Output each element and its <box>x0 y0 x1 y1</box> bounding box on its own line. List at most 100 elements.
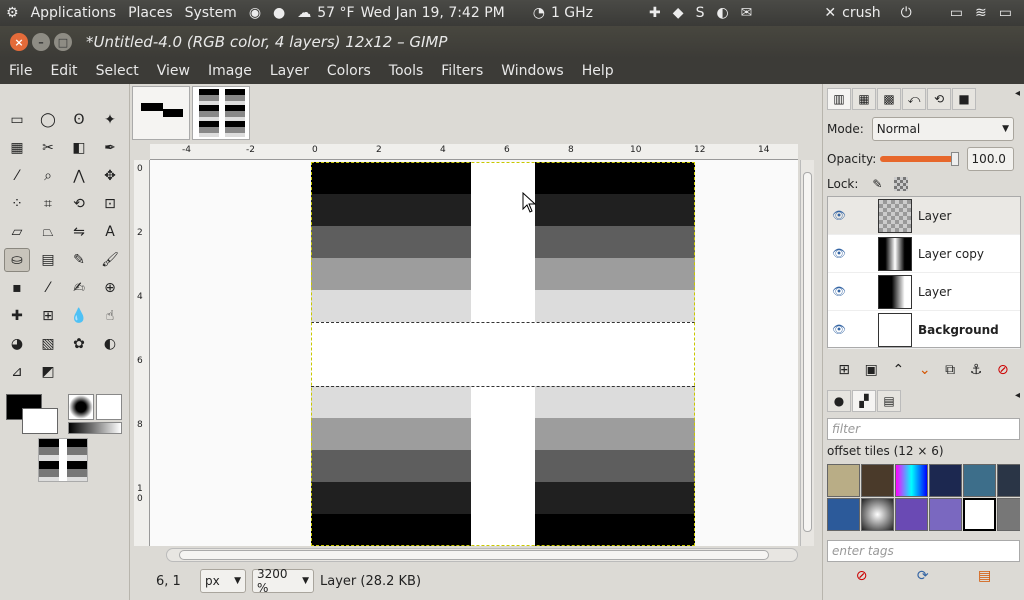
colormap-tab-icon[interactable]: ■ <box>952 88 976 110</box>
pattern-item[interactable] <box>963 464 996 497</box>
workspace-icon[interactable]: ▭ <box>944 5 969 21</box>
menu-filters[interactable]: Filters <box>432 63 492 79</box>
layer-row[interactable]: 👁 Layer <box>828 197 1020 235</box>
dock-menu-icon[interactable]: ◂ <box>1015 88 1020 110</box>
clone-tool-icon[interactable]: ⊕ <box>97 276 123 300</box>
zoom-select[interactable]: 3200 % ▼ <box>252 567 314 595</box>
delete-pattern-icon[interactable]: ⊘ <box>856 568 868 584</box>
dodge-burn-tool-icon[interactable]: ◕ <box>4 332 30 356</box>
perspective-clone-tool-icon[interactable]: ⊞ <box>35 304 61 328</box>
rect-select-tool-icon[interactable]: ▭ <box>4 108 30 132</box>
shear-tool-icon[interactable]: ▱ <box>4 220 30 244</box>
close-window-button[interactable]: × <box>10 33 28 51</box>
color-select-tool-icon[interactable]: ▦ <box>4 136 30 160</box>
power-icon[interactable]: ⏻ <box>895 5 918 21</box>
channels-tab-icon[interactable]: ▦ <box>852 88 876 110</box>
menu-select[interactable]: Select <box>87 63 148 79</box>
places-menu[interactable]: Places <box>122 5 179 21</box>
layers-tab-icon[interactable]: ▥ <box>827 88 851 110</box>
vertical-scrollbar[interactable] <box>800 160 814 546</box>
warp-tool-icon[interactable]: ✿ <box>66 332 92 356</box>
crop-tool-icon[interactable]: ⌗ <box>35 192 61 216</box>
tray-misc-icon[interactable]: ◐ <box>710 5 734 21</box>
tray-dropbox-icon[interactable]: ◆ <box>667 5 690 21</box>
skype-icon[interactable]: S <box>690 5 711 21</box>
delete-layer-icon[interactable]: ⊘ <box>997 362 1009 378</box>
menu-edit[interactable]: Edit <box>41 63 86 79</box>
pattern-item[interactable] <box>861 464 894 497</box>
move-tool-icon[interactable]: ✥ <box>97 164 123 188</box>
pattern-preview[interactable] <box>96 394 122 420</box>
paths-tab-icon[interactable]: ▩ <box>877 88 901 110</box>
pattern-item[interactable] <box>963 498 996 531</box>
paintbrush-tool-icon[interactable]: 🖌 <box>97 248 123 272</box>
fuzzy-select-tool-icon[interactable]: ✦ <box>97 108 123 132</box>
system-menu[interactable]: System <box>179 5 243 21</box>
pattern-item[interactable] <box>861 498 894 531</box>
smudge-tool-icon[interactable]: ☝ <box>97 304 123 328</box>
pattern-filter-input[interactable]: filter <box>827 418 1020 440</box>
cage-tool-icon[interactable]: ▧ <box>35 332 61 356</box>
mode-select[interactable]: Normal ▼ <box>871 117 1014 141</box>
heal-tool-icon[interactable]: ✚ <box>4 304 30 328</box>
pencil-tool-icon[interactable]: ✎ <box>66 248 92 272</box>
measure-tool-icon[interactable]: ⋀ <box>66 164 92 188</box>
opacity-slider[interactable] <box>880 156 956 162</box>
gradient-preview[interactable] <box>68 422 122 434</box>
layer-row[interactable]: 👁 Layer <box>828 273 1020 311</box>
opacity-slider-handle[interactable] <box>951 152 959 166</box>
menu-colors[interactable]: Colors <box>318 63 380 79</box>
perspective-tool-icon[interactable]: ⏢ <box>35 220 61 244</box>
user-name[interactable]: crush <box>842 5 881 21</box>
menu-image[interactable]: Image <box>199 63 261 79</box>
weather-temp[interactable]: 57 °F <box>317 5 354 21</box>
pattern-item[interactable] <box>929 498 962 531</box>
ubuntu-logo-icon[interactable]: ⚙ <box>0 5 25 21</box>
bucket-fill-tool-icon[interactable]: ⛀ <box>4 248 30 272</box>
brushes-tab-icon[interactable]: ● <box>827 390 851 412</box>
refresh-patterns-icon[interactable]: ⟳ <box>917 568 929 584</box>
gradients-tab-icon[interactable]: ▤ <box>877 390 901 412</box>
menu-layer[interactable]: Layer <box>261 63 318 79</box>
horizontal-ruler[interactable]: -4 -2 0 2 4 6 8 10 12 14 <box>150 144 798 160</box>
blend-tool-icon[interactable]: ▤ <box>35 248 61 272</box>
unit-select[interactable]: px ▼ <box>200 569 246 593</box>
pattern-item[interactable] <box>827 464 860 497</box>
eraser-tool-icon[interactable]: ▪ <box>4 276 30 300</box>
rotate-tool-icon[interactable]: ⟲ <box>66 192 92 216</box>
patterns-tab-icon[interactable]: ▞ <box>852 390 876 412</box>
mail-icon[interactable]: ✉ <box>735 5 759 21</box>
wifi-icon[interactable]: ≋ <box>969 5 993 21</box>
pattern-item[interactable] <box>895 464 928 497</box>
seamless-clone-tool-icon[interactable]: ◐ <box>97 332 123 356</box>
opacity-spin[interactable]: 100.0 <box>966 147 1014 171</box>
zoom-tool-icon[interactable]: ⌕ <box>35 164 61 188</box>
scissors-tool-icon[interactable]: ✂ <box>35 136 61 160</box>
active-image-thumbnail[interactable] <box>38 438 88 482</box>
cpu-freq[interactable]: 1 GHz <box>551 5 593 21</box>
horizontal-scrollbar[interactable] <box>166 548 798 562</box>
network-icon[interactable]: ● <box>267 5 291 21</box>
duplicate-layer-icon[interactable]: ⧉ <box>945 362 955 378</box>
menu-view[interactable]: View <box>148 63 199 79</box>
image-canvas[interactable] <box>311 162 695 546</box>
battery-icon[interactable]: ▭ <box>993 5 1018 21</box>
pattern-item[interactable] <box>895 498 928 531</box>
unified-transform-tool-icon[interactable]: ◩ <box>35 360 61 384</box>
anchor-layer-icon[interactable]: ⚓ <box>970 362 983 378</box>
text-tool-icon[interactable]: A <box>97 220 123 244</box>
maximize-window-button[interactable]: □ <box>54 33 72 51</box>
dock-menu-icon[interactable]: ◂ <box>1015 390 1020 412</box>
handle-transform-tool-icon[interactable]: ⊿ <box>4 360 30 384</box>
minimize-window-button[interactable]: – <box>32 33 50 51</box>
history-tab-icon[interactable]: ⟲ <box>927 88 951 110</box>
pattern-item[interactable] <box>997 498 1020 531</box>
layer-row[interactable]: 👁 Background <box>828 311 1020 349</box>
menu-tools[interactable]: Tools <box>380 63 433 79</box>
pattern-tags-input[interactable]: enter tags <box>827 540 1020 562</box>
pattern-item[interactable] <box>827 498 860 531</box>
vertical-ruler[interactable]: 0 2 4 6 8 1 0 <box>134 160 150 546</box>
chrome-icon[interactable]: ◉ <box>243 5 267 21</box>
eye-icon[interactable]: 👁 <box>828 247 850 260</box>
tray-app-icon[interactable]: ✚ <box>643 5 667 21</box>
